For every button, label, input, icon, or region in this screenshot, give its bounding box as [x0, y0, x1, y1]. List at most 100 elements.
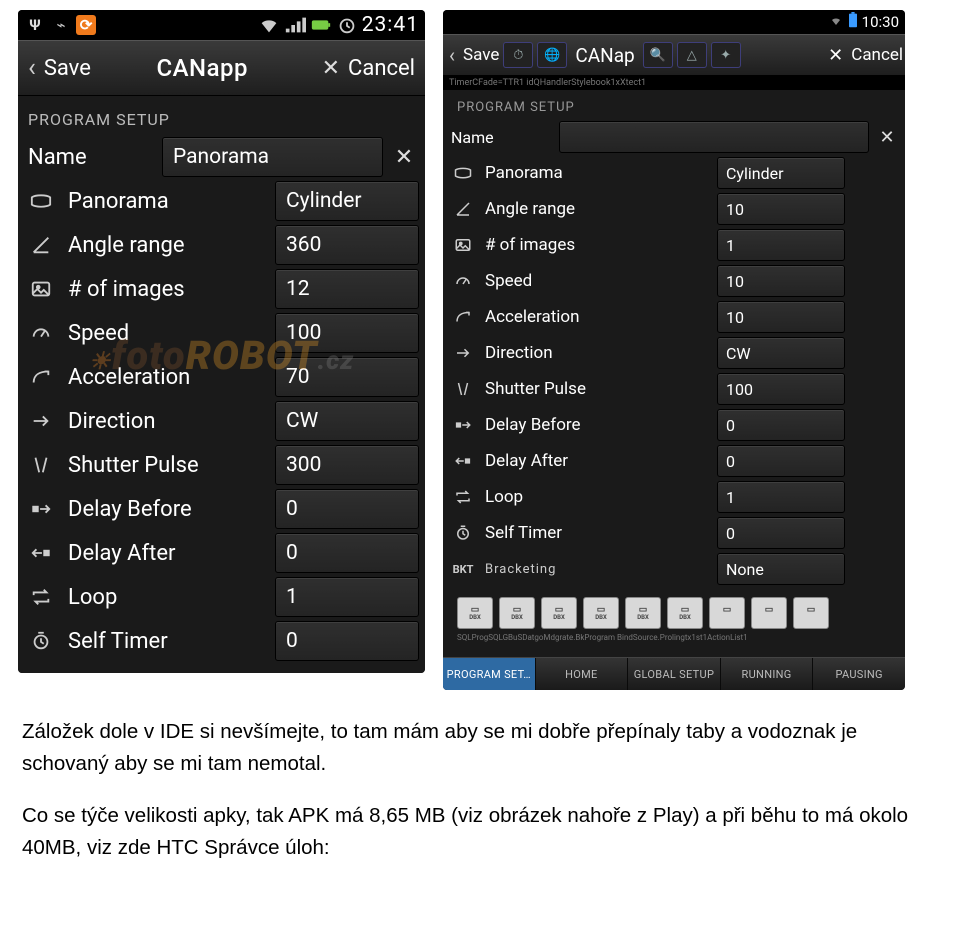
- setting-value[interactable]: None: [717, 553, 845, 585]
- setting-value[interactable]: 0: [717, 517, 845, 549]
- ide-handle-icon[interactable]: 🌐: [537, 42, 567, 68]
- accel-icon: [449, 308, 477, 326]
- setting-value[interactable]: Cylinder: [717, 157, 845, 189]
- battery-icon: [848, 12, 858, 32]
- tab-global-setup[interactable]: GLOBAL SETUP: [628, 658, 721, 690]
- setting-row: # of images 12: [24, 267, 419, 311]
- save-button[interactable]: Save: [42, 56, 91, 81]
- direction-icon: [449, 344, 477, 362]
- setting-row: Acceleration 10: [449, 299, 899, 335]
- back-icon[interactable]: ‹: [445, 43, 459, 67]
- ide-component-icon[interactable]: ▭: [751, 597, 787, 629]
- ide-component-icon[interactable]: ▭: [793, 597, 829, 629]
- alarm-icon: [336, 14, 358, 36]
- tab-pausing[interactable]: PAUSING: [813, 658, 905, 690]
- setting-label: Self Timer: [68, 629, 168, 654]
- setting-label: Speed: [68, 321, 129, 346]
- setting-row: Self Timer0: [449, 515, 899, 551]
- phone-right-screenshot: 10:30 ‹ Save ⏱ 🌐 CANap 🔍 △ ✦ ✕ Cancel Ti…: [443, 10, 905, 690]
- setting-value[interactable]: 1: [717, 481, 845, 513]
- accel-icon: [24, 366, 58, 388]
- save-button[interactable]: Save: [463, 45, 499, 65]
- ide-component-icon[interactable]: ▭DBX: [583, 597, 619, 629]
- images-icon: [24, 278, 58, 300]
- timer-icon: [449, 524, 477, 542]
- setting-row: Shutter Pulse 100: [449, 371, 899, 407]
- setting-value[interactable]: 10: [717, 301, 845, 333]
- setting-value[interactable]: CW: [275, 401, 419, 441]
- setting-value[interactable]: 1: [717, 229, 845, 261]
- setting-row: Speed10: [449, 263, 899, 299]
- tab-home[interactable]: HOME: [536, 658, 629, 690]
- setting-row: # of images1: [449, 227, 899, 263]
- ide-component-icon[interactable]: ▭DBX: [541, 597, 577, 629]
- setting-value[interactable]: 12: [275, 269, 419, 309]
- ide-debug-overlay: SQLProgSQLGBuSDatgoMdgrate.BkProgram Bin…: [449, 633, 899, 651]
- direction-icon: [24, 410, 58, 432]
- cancel-button[interactable]: Cancel: [348, 56, 421, 81]
- setting-value[interactable]: 100: [717, 373, 845, 405]
- setting-value[interactable]: 360: [275, 225, 419, 265]
- setting-value[interactable]: 0: [717, 409, 845, 441]
- section-title: PROGRAM SETUP: [449, 90, 899, 119]
- ide-component-icon[interactable]: ▭DBX: [625, 597, 661, 629]
- clear-name-icon[interactable]: ✕: [389, 145, 419, 170]
- setting-value[interactable]: 300: [275, 445, 419, 485]
- panorama-icon: [24, 190, 58, 212]
- setting-value[interactable]: 0: [717, 445, 845, 477]
- name-row: Name Panorama ✕: [24, 135, 419, 179]
- setting-label: Bracketing: [485, 562, 556, 577]
- setting-label: Angle range: [68, 233, 185, 258]
- setting-value[interactable]: 10: [717, 265, 845, 297]
- setting-row: Delay After0: [449, 443, 899, 479]
- close-icon[interactable]: ✕: [824, 45, 847, 66]
- name-label: Name: [24, 145, 156, 170]
- phone-left-screenshot: Ψ ⌁ ⟳ 23:41: [18, 10, 425, 673]
- setting-value[interactable]: 1: [275, 577, 419, 617]
- setting-value[interactable]: 0: [275, 621, 419, 661]
- name-label: Name: [449, 128, 553, 147]
- setting-value[interactable]: 0: [275, 489, 419, 529]
- setting-label: Direction: [485, 343, 553, 363]
- bottom-tabs: PROGRAM SET…HOMEGLOBAL SETUPRUNNINGPAUSI…: [443, 657, 905, 690]
- setting-value[interactable]: 0: [275, 533, 419, 573]
- setting-value[interactable]: Cylinder: [275, 181, 419, 221]
- setting-label: Acceleration: [485, 307, 580, 327]
- setting-row: Angle range 10: [449, 191, 899, 227]
- dbefore-icon: [449, 416, 477, 434]
- setting-value[interactable]: CW: [717, 337, 845, 369]
- back-icon[interactable]: ‹: [22, 53, 42, 83]
- doc-paragraph: Záložek dole v IDE si nevšímejte, to tam…: [22, 716, 938, 780]
- cancel-button[interactable]: Cancel: [851, 45, 903, 65]
- close-icon[interactable]: ✕: [314, 56, 348, 81]
- setting-row: DirectionCW: [24, 399, 419, 443]
- dafter-icon: [24, 542, 58, 564]
- setting-value[interactable]: 10: [717, 193, 845, 225]
- name-input[interactable]: Panorama: [162, 137, 383, 177]
- ide-handle-icon[interactable]: ⏱: [503, 42, 533, 68]
- ide-handle-icon[interactable]: ✦: [711, 42, 741, 68]
- setting-row: BKTBracketingNone: [449, 551, 899, 587]
- name-input[interactable]: [559, 121, 869, 153]
- status-bar: 10:30: [443, 10, 905, 34]
- wifi-icon: [828, 13, 844, 31]
- angle-icon: [449, 200, 477, 218]
- setting-label: # of images: [68, 277, 185, 302]
- ide-component-icon[interactable]: ▭DBX: [457, 597, 493, 629]
- setting-value[interactable]: 70: [275, 357, 419, 397]
- setting-label: Angle range: [485, 199, 575, 219]
- ide-component-icon[interactable]: ▭: [709, 597, 745, 629]
- clear-name-icon[interactable]: ✕: [875, 127, 899, 148]
- ide-handle-icon[interactable]: 🔍: [643, 42, 673, 68]
- setting-value[interactable]: 100: [275, 313, 419, 353]
- tab-running[interactable]: RUNNING: [721, 658, 814, 690]
- ide-component-icon[interactable]: ▭DBX: [667, 597, 703, 629]
- signal-icon: [284, 14, 306, 36]
- tab-program-set-[interactable]: PROGRAM SET…: [443, 658, 536, 690]
- ide-component-icon[interactable]: ▭DBX: [499, 597, 535, 629]
- ide-handle-icon[interactable]: △: [677, 42, 707, 68]
- setting-label: Shutter Pulse: [485, 379, 586, 399]
- app-title: CANap: [571, 44, 638, 67]
- status-bar: Ψ ⌁ ⟳ 23:41: [18, 10, 425, 40]
- loop-icon: [24, 586, 58, 608]
